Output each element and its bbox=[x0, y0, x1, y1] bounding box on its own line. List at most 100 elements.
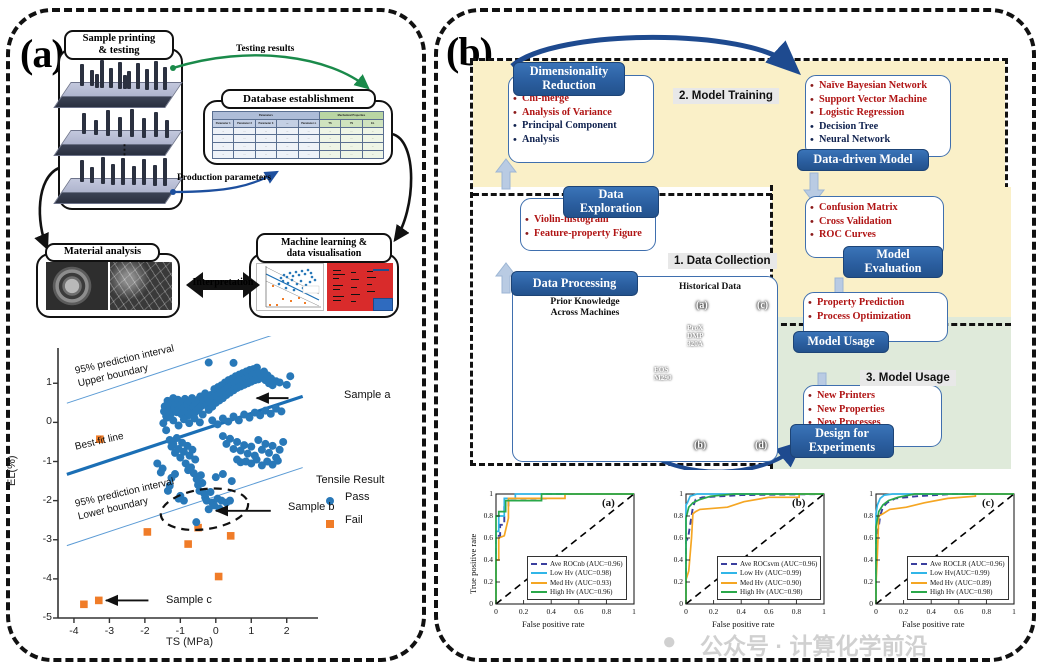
roc-x-axis-label: False positive rate bbox=[522, 619, 585, 629]
roc-legend-swatch bbox=[531, 591, 547, 594]
table-cell: ... bbox=[254, 126, 278, 136]
printed-pin bbox=[127, 71, 131, 89]
data-driven-model-list: Naïve Bayesian Network Support Vector Ma… bbox=[806, 76, 950, 150]
roc-legend-row: High Hv (AUC=0.96) bbox=[531, 588, 623, 598]
data-point bbox=[275, 445, 284, 454]
roc-x-tick-label: 1 bbox=[822, 607, 826, 616]
roc-legend-swatch bbox=[721, 572, 737, 575]
data-point bbox=[143, 528, 152, 536]
model-usage-header[interactable]: Model Usage bbox=[793, 331, 889, 353]
roc-legend-row: Med Hv (AUC=0.90) bbox=[721, 578, 817, 588]
data-point bbox=[268, 441, 277, 450]
roc-x-tick-label: 0.2 bbox=[898, 607, 909, 616]
roc-legend-label: Low Hv(AUC=0.99) bbox=[930, 569, 990, 578]
table-cell: ... bbox=[233, 126, 256, 136]
roc-y-tick-label: 0.4 bbox=[863, 555, 873, 564]
roc-x-tick-label: 0 bbox=[684, 607, 688, 616]
data-exploration-header[interactable]: Data Exploration bbox=[563, 186, 659, 218]
roc-legend-row: High Hv (AUC=0.98) bbox=[721, 588, 817, 598]
printed-pin bbox=[106, 110, 110, 136]
printed-pin bbox=[132, 166, 136, 185]
roc-x-tick-label: 0.8 bbox=[981, 607, 992, 616]
x-axis-label: TS (MPa) bbox=[166, 636, 214, 648]
x-tick-label: -1 bbox=[175, 625, 185, 637]
roc-x-tick-label: 1 bbox=[1012, 607, 1016, 616]
roc-legend-row: Med Hv (AUC=0.89) bbox=[911, 578, 1005, 588]
data-processing-header[interactable]: Data Processing bbox=[511, 271, 638, 296]
roc-y-tick-label: 0.6 bbox=[673, 533, 683, 542]
data-driven-model-header[interactable]: Data-driven Model bbox=[797, 149, 929, 171]
roc-x-tick-label: 0.2 bbox=[708, 607, 719, 616]
roc-y-tick-label: 0.8 bbox=[863, 511, 873, 520]
list-item-continued: Analysis bbox=[513, 133, 649, 147]
roc-y-tick-label: 0.4 bbox=[673, 555, 683, 564]
heatmap-line bbox=[333, 289, 340, 290]
y-tick-label: -4 bbox=[42, 571, 52, 584]
roc-legend-label: Low Hv (AUC=0.98) bbox=[550, 569, 612, 578]
printed-pin bbox=[121, 158, 125, 185]
roc-legend-swatch bbox=[531, 572, 547, 575]
roc-legend-row: Med Hv (AUC=0.93) bbox=[531, 578, 623, 588]
roc-legend-row: High Hv (AUC=0.98) bbox=[911, 588, 1005, 598]
annotation-sample-a: Sample a bbox=[344, 389, 391, 401]
table-row: ... ... ... ... ... ... ... ... bbox=[211, 150, 385, 159]
heatmap-blue-block bbox=[373, 298, 393, 311]
data-point bbox=[218, 432, 227, 441]
data-point bbox=[158, 464, 167, 473]
data-point bbox=[225, 496, 234, 505]
roc-panel-id: (c) bbox=[982, 497, 995, 509]
design-for-experiments-header[interactable]: Design for Experiments bbox=[790, 424, 894, 458]
heatmap-line bbox=[333, 270, 341, 271]
dimensionality-reduction-header[interactable]: Dimensionality Reduction bbox=[513, 62, 625, 96]
printed-pin bbox=[90, 167, 94, 183]
printed-pin bbox=[118, 62, 122, 89]
roc-legend-swatch bbox=[911, 581, 927, 584]
data-point bbox=[227, 477, 236, 486]
printed-pin bbox=[154, 112, 158, 137]
roc-x-tick-label: 0.4 bbox=[546, 607, 556, 616]
table-cell: ... bbox=[233, 142, 256, 152]
roc-x-axis-label: False positive rate bbox=[902, 619, 965, 629]
list-item: Principal Component bbox=[513, 119, 649, 133]
table-cell: ... bbox=[340, 134, 363, 144]
heatmap-line bbox=[351, 294, 360, 295]
data-driven-model-box: Naïve Bayesian Network Support Vector Ma… bbox=[805, 75, 951, 157]
data-point bbox=[264, 448, 273, 457]
model-evaluation-header[interactable]: Model Evaluation bbox=[843, 246, 943, 278]
legend-label-fail: Fail bbox=[345, 514, 363, 526]
printed-pin bbox=[109, 68, 113, 88]
roc-legend-row: Ave ROCsvm (AUC=0.96) bbox=[721, 559, 817, 569]
list-item: Property Prediction bbox=[808, 296, 943, 310]
prior-knowledge-caption: Prior Knowledge Across Machines bbox=[550, 297, 620, 318]
y-tick-label: 1 bbox=[46, 376, 52, 389]
printed-pin bbox=[130, 109, 134, 137]
printed-pin bbox=[145, 69, 149, 90]
heatmap-line bbox=[373, 269, 389, 271]
table-cell: ... bbox=[233, 134, 256, 144]
roc-legend-swatch bbox=[531, 562, 547, 565]
data-point bbox=[254, 435, 263, 444]
data-point bbox=[275, 378, 284, 387]
model-evaluation-list: Confusion Matrix Cross Validation ROC Cu… bbox=[806, 197, 943, 245]
list-item: Cross Validation bbox=[810, 215, 939, 229]
roc-x-tick-label: 0.6 bbox=[574, 607, 584, 616]
heatmap-line bbox=[333, 274, 345, 275]
table-cell: ... bbox=[211, 126, 235, 136]
list-item: New Printers bbox=[808, 389, 937, 403]
roc-y-tick-label: 0.8 bbox=[673, 511, 683, 520]
y-tick-label: -5 bbox=[42, 611, 52, 623]
roc-legend-label: Med Hv (AUC=0.90) bbox=[740, 578, 802, 587]
data-point bbox=[261, 439, 270, 448]
sem-micrograph-fracture bbox=[110, 262, 172, 310]
heatmap-line bbox=[367, 277, 376, 278]
col-header: Parameter n bbox=[297, 118, 320, 128]
table-cell: ... bbox=[361, 134, 385, 144]
list-item: Decision Tree bbox=[810, 120, 946, 134]
data-point bbox=[204, 358, 213, 367]
table-cell: ... bbox=[361, 126, 385, 136]
roc-legend-swatch bbox=[911, 591, 927, 594]
roc-legend-row: Low Hv (AUC=0.98) bbox=[531, 569, 623, 579]
legend-marker-fail bbox=[326, 520, 334, 528]
printed-pin bbox=[163, 158, 167, 186]
roc-x-tick-label: 0.6 bbox=[954, 607, 964, 616]
